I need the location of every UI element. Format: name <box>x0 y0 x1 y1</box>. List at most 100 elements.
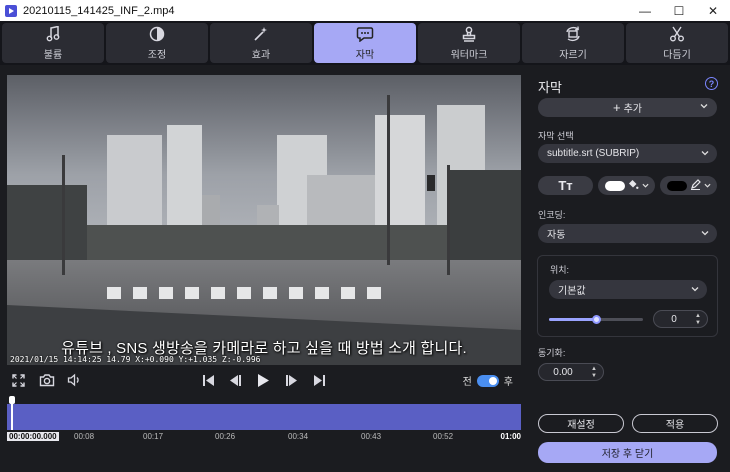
chevron-down-icon <box>641 180 649 192</box>
prev-frame-icon[interactable] <box>229 374 242 387</box>
sync-value: 0.00 <box>553 366 573 378</box>
crop-rotate-icon <box>564 26 582 43</box>
app-icon <box>5 4 17 17</box>
toggle-after-label: 후 <box>503 377 513 388</box>
speech-bubble-icon <box>356 26 374 43</box>
tab-label: 불륨 <box>43 49 63 61</box>
sync-stepper[interactable]: 0.00 ▲ ▼ <box>538 363 604 381</box>
skip-start-icon[interactable] <box>202 374 215 387</box>
encoding-select[interactable]: 자동 <box>538 224 717 243</box>
volume-icon[interactable] <box>67 373 81 387</box>
dashcam-timestamp: 2021/01/15 14:14:25 14.79 X:+0.090 Y:+1.… <box>10 355 261 364</box>
skip-end-icon[interactable] <box>313 374 326 387</box>
contrast-icon <box>149 26 165 43</box>
playhead-knob[interactable] <box>9 396 15 404</box>
position-slider[interactable] <box>549 315 643 324</box>
text-style-row: Tт <box>538 176 717 195</box>
maximize-button[interactable]: ☐ <box>662 0 696 21</box>
tab-label: 자막 <box>355 49 375 61</box>
close-button[interactable]: ✕ <box>696 0 730 21</box>
timeline-track[interactable] <box>7 404 521 430</box>
tick-label: 00:08 <box>74 432 95 441</box>
tab-volume[interactable]: 불륨 <box>2 23 104 63</box>
position-select[interactable]: 기본값 <box>549 280 707 299</box>
tab-watermark[interactable]: 워터마크 <box>418 23 520 63</box>
pen-icon <box>690 178 701 193</box>
tick-label: 00:34 <box>288 432 309 441</box>
font-style-button[interactable]: Tт <box>538 176 593 195</box>
tool-tabs: 불륨 조정 효과 자막 워터마크 자르기 다듬기 <box>0 21 730 65</box>
timeline-playhead[interactable] <box>9 396 15 430</box>
tab-trim[interactable]: 다듬기 <box>626 23 728 63</box>
tab-effects[interactable]: 효과 <box>210 23 312 63</box>
encoding-label: 인코딩: <box>538 210 566 220</box>
player-controls: 전 후 <box>7 368 521 394</box>
position-value: 기본값 <box>558 286 586 297</box>
subtitle-file-select[interactable]: subtitle.srt (SUBRIP) <box>538 144 717 163</box>
chevron-down-icon <box>701 149 709 160</box>
tab-label: 다듬기 <box>663 49 691 61</box>
window-title: 20210115_141425_INF_2.mp4 <box>23 4 175 17</box>
slider-thumb[interactable] <box>592 315 601 324</box>
stepper-arrows-icon[interactable]: ▲ ▼ <box>591 366 597 380</box>
next-frame-icon[interactable] <box>285 374 298 387</box>
current-time: 00:00:00.000 <box>7 432 59 441</box>
encoding-value: 자동 <box>547 230 566 241</box>
stamp-icon <box>461 26 477 43</box>
tick-label: 00:17 <box>143 432 164 441</box>
position-offset-stepper[interactable]: 0 ▲ ▼ <box>653 310 708 328</box>
tab-label: 조정 <box>147 49 167 61</box>
stepper-arrows-icon[interactable]: ▲ ▼ <box>695 313 701 327</box>
subtitle-file-value: subtitle.srt (SUBRIP) <box>547 148 640 159</box>
tick-label: 00:26 <box>215 432 236 441</box>
title-bar: 20210115_141425_INF_2.mp4 — ☐ ✕ <box>0 0 730 21</box>
text-style-icon: Tт <box>558 178 573 193</box>
sync-label: 동기화: <box>538 348 566 358</box>
tab-adjust[interactable]: 조정 <box>106 23 208 63</box>
apply-button[interactable]: 적용 <box>632 414 718 433</box>
tab-label: 워터마크 <box>450 49 488 61</box>
plus-icon: + <box>613 100 621 115</box>
add-label: 추가 <box>623 104 642 115</box>
play-icon[interactable] <box>257 373 270 388</box>
video-preview[interactable]: 유튜브 , SNS 생방송을 카메라로 하고 싶을 때 방법 소개 합니다. 2… <box>7 75 521 365</box>
tab-label: 자르기 <box>559 49 587 61</box>
fill-color-swatch <box>604 180 625 191</box>
position-group: 위치: 기본값 0 ▲ ▼ <box>537 255 718 337</box>
toggle-before-label: 전 <box>462 377 472 388</box>
magic-wand-icon <box>253 26 269 43</box>
help-icon[interactable]: ? <box>705 77 718 90</box>
tab-subtitle[interactable]: 자막 <box>314 23 416 63</box>
chevron-down-icon <box>691 285 699 296</box>
reset-button[interactable]: 재설정 <box>538 414 624 433</box>
tick-label: 00:43 <box>361 432 382 441</box>
chevron-down-icon <box>701 229 709 240</box>
chevron-down-icon <box>703 180 711 192</box>
tick-label: 00:52 <box>433 432 454 441</box>
camera-icon[interactable] <box>39 373 55 387</box>
add-subtitle-button[interactable]: + 추가 <box>538 98 717 117</box>
save-and-close-button[interactable]: 저장 후 닫기 <box>538 442 717 463</box>
offset-value: 0 <box>671 313 677 325</box>
fill-color-button[interactable] <box>598 176 655 195</box>
video-frame-image <box>7 75 521 365</box>
timeline-ruler: 00:00:00.000 00:08 00:17 00:26 00:34 00:… <box>7 432 521 444</box>
fullscreen-icon[interactable] <box>12 374 25 387</box>
minimize-button[interactable]: — <box>628 0 662 21</box>
playhead-line <box>11 404 13 430</box>
position-label: 위치: <box>550 265 570 275</box>
panel-title: 자막 <box>538 80 562 95</box>
tab-crop[interactable]: 자르기 <box>522 23 624 63</box>
outline-color-button[interactable] <box>660 176 717 195</box>
before-after-toggle-group: 전 후 <box>463 373 513 388</box>
chevron-down-icon <box>700 102 708 113</box>
paint-bucket-icon <box>628 179 639 193</box>
outline-color-swatch <box>666 180 687 191</box>
subtitle-panel: 자막 ? + 추가 자막 선택 subtitle.srt (SUBRIP) Tт <box>527 65 730 472</box>
subtitle-select-label: 자막 선택 <box>538 131 574 141</box>
scissors-icon <box>669 26 685 43</box>
tab-label: 효과 <box>251 49 271 61</box>
music-note-icon <box>46 26 60 43</box>
end-time: 01:00 <box>500 432 521 441</box>
before-after-toggle[interactable] <box>476 374 499 387</box>
